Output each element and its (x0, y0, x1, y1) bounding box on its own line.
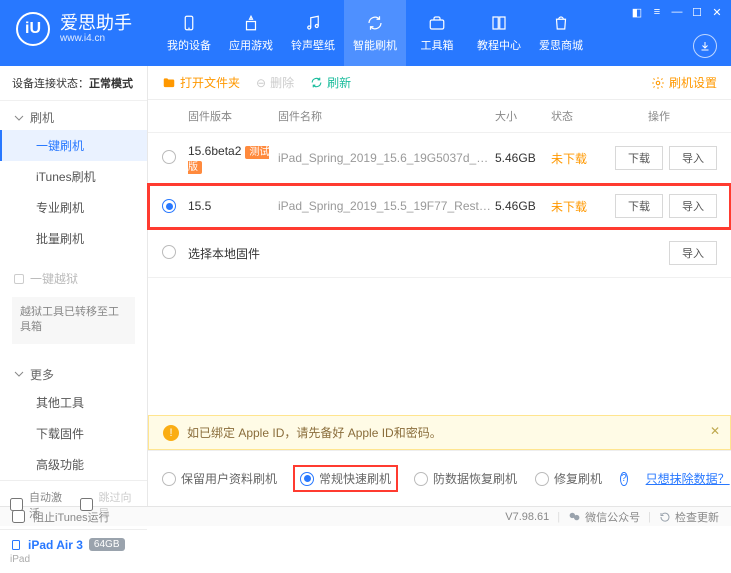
firmware-table-header: 固件版本 固件名称 大小 状态 操作 (148, 100, 731, 133)
sidebar-item-oneclick-flash[interactable]: 一键刷机 (0, 130, 147, 161)
lock-icon (14, 274, 24, 284)
nav-toolbox[interactable]: 工具箱 (406, 0, 468, 66)
toolbox-icon (427, 13, 447, 33)
sidebar-item-advanced[interactable]: 高级功能 (0, 449, 147, 480)
firmware-row[interactable]: 15.6beta2测试版 iPad_Spring_2019_15.6_19G50… (148, 133, 731, 184)
brand-name: 爱思助手 (60, 14, 132, 34)
firmware-radio[interactable] (162, 199, 176, 213)
mode-repair[interactable]: 修复刷机 (535, 470, 602, 487)
firmware-version: 15.5 (188, 199, 278, 213)
nav-smart-flash[interactable]: 智能刷机 (344, 0, 406, 66)
nav-tutorials[interactable]: 教程中心 (468, 0, 530, 66)
local-firmware-label: 选择本地固件 (188, 245, 260, 262)
maximize-icon[interactable]: ☐ (689, 4, 705, 20)
sidebar-item-download-fw[interactable]: 下载固件 (0, 418, 147, 449)
storage-badge: 64GB (89, 538, 125, 551)
local-firmware-row[interactable]: 选择本地固件 导入 (148, 229, 731, 278)
firmware-version: 15.6beta2测试版 (188, 143, 278, 173)
erase-only-link[interactable]: 只想抹除数据？ (646, 470, 730, 487)
update-icon (659, 511, 671, 523)
mode-recovery[interactable]: 防数据恢复刷机 (414, 470, 517, 487)
firmware-radio[interactable] (162, 245, 176, 259)
menu-icon[interactable]: ≡ (649, 4, 665, 20)
music-icon (303, 13, 323, 33)
app-logo: iU 爱思助手 www.i4.cn (0, 0, 148, 58)
warning-icon: ! (163, 425, 179, 441)
mode-regular[interactable]: 常规快速刷机 (295, 467, 396, 490)
block-itunes-label: 阻止iTunes运行 (33, 509, 110, 525)
chevron-down-icon (14, 369, 24, 379)
close-icon[interactable]: ✕ (709, 4, 725, 20)
sidebar-section-more[interactable]: 更多 (0, 358, 147, 387)
download-manager-icon[interactable] (693, 34, 717, 58)
block-itunes-checkbox[interactable] (12, 510, 25, 523)
refresh-icon (310, 76, 323, 89)
firmware-status: 未下载 (551, 150, 601, 167)
sidebar-section-flash[interactable]: 刷机 (0, 101, 147, 130)
firmware-radio[interactable] (162, 150, 176, 164)
brand-url: www.i4.cn (60, 33, 132, 44)
sidebar-item-other-tools[interactable]: 其他工具 (0, 387, 147, 418)
book-icon (489, 13, 509, 33)
firmware-name: iPad_Spring_2019_15.6_19G5037d_Restore.i… (278, 151, 495, 165)
logo-icon: iU (16, 12, 50, 46)
wechat-icon (568, 510, 581, 523)
appleid-notice: ! 如已绑定 Apple ID，请先备好 Apple ID和密码。 ✕ (148, 415, 731, 450)
mode-keep-data[interactable]: 保留用户资料刷机 (162, 470, 277, 487)
top-nav: 我的设备 应用游戏 铃声壁纸 智能刷机 工具箱 教程中心 爱思商城 (158, 0, 592, 66)
chevron-down-icon (14, 113, 24, 123)
gear-icon (651, 76, 665, 90)
close-notice-icon[interactable]: ✕ (710, 424, 720, 438)
download-button[interactable]: 下载 (615, 194, 663, 218)
firmware-size: 5.46GB (495, 199, 551, 213)
shop-icon (551, 13, 571, 33)
version-label: V7.98.61 (505, 511, 549, 523)
sidebar-section-jailbreak[interactable]: 一键越狱 (0, 262, 147, 291)
firmware-size: 5.46GB (495, 151, 551, 165)
minimize-icon[interactable]: — (669, 4, 685, 20)
device-icon (179, 13, 199, 33)
device-info[interactable]: iPad Air 3 64GB iPad (0, 529, 147, 573)
download-button[interactable]: 下载 (615, 146, 663, 170)
firmware-status: 未下载 (551, 198, 601, 215)
folder-icon (162, 76, 176, 90)
firmware-name: iPad_Spring_2019_15.5_19F77_Restore.ipsw (278, 199, 495, 213)
delete-icon: ⊖ (256, 76, 266, 90)
nav-ringtones[interactable]: 铃声壁纸 (282, 0, 344, 66)
refresh-button[interactable]: 刷新 (310, 74, 351, 91)
apps-icon (241, 13, 261, 33)
sidebar-item-pro-flash[interactable]: 专业刷机 (0, 192, 147, 223)
nav-apps[interactable]: 应用游戏 (220, 0, 282, 66)
tablet-icon (10, 538, 22, 552)
firmware-row[interactable]: 15.5 iPad_Spring_2019_15.5_19F77_Restore… (148, 184, 731, 229)
connection-status: 设备连接状态：正常模式 (0, 66, 147, 101)
flash-icon (365, 13, 385, 33)
skin-icon[interactable]: ◧ (629, 4, 645, 20)
check-update-link[interactable]: 检查更新 (659, 509, 719, 525)
wechat-link[interactable]: 微信公众号 (568, 509, 640, 525)
jailbreak-moved-note: 越狱工具已转移至工具箱 (12, 297, 135, 344)
help-icon[interactable]: ? (620, 472, 628, 486)
import-button[interactable]: 导入 (669, 194, 717, 218)
sidebar-item-batch-flash[interactable]: 批量刷机 (0, 223, 147, 254)
import-button[interactable]: 导入 (669, 241, 717, 265)
open-folder-button[interactable]: 打开文件夹 (162, 74, 240, 91)
nav-shop[interactable]: 爱思商城 (530, 0, 592, 66)
nav-my-device[interactable]: 我的设备 (158, 0, 220, 66)
sidebar-item-itunes-flash[interactable]: iTunes刷机 (0, 161, 147, 192)
flash-settings-button[interactable]: 刷机设置 (651, 74, 717, 91)
delete-button[interactable]: ⊖ 删除 (256, 74, 294, 91)
import-button[interactable]: 导入 (669, 146, 717, 170)
